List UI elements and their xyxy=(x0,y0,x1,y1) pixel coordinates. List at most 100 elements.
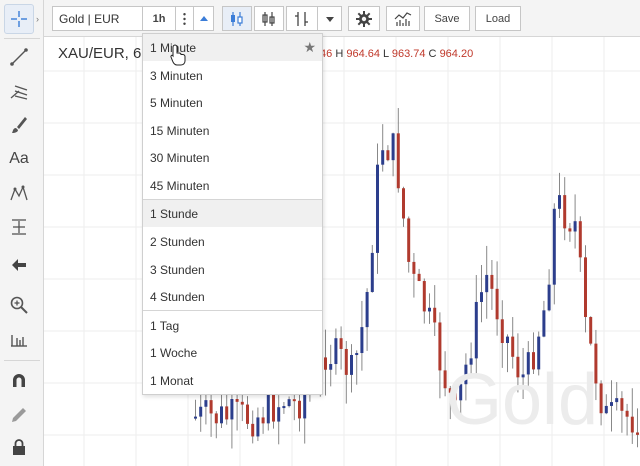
divider xyxy=(4,360,40,361)
gear-icon xyxy=(356,10,372,27)
bars-icon xyxy=(262,11,275,26)
candle-body xyxy=(272,392,275,422)
candle-body xyxy=(204,400,208,407)
candle-body xyxy=(511,336,515,357)
compare-button[interactable] xyxy=(286,6,318,31)
load-button[interactable]: Load xyxy=(475,6,521,31)
remove-drawings-button[interactable] xyxy=(4,250,34,280)
brush-icon xyxy=(12,117,27,133)
pattern-tool-button[interactable] xyxy=(4,178,34,208)
trend-line-tool-button[interactable] xyxy=(4,42,34,72)
divider xyxy=(4,38,40,39)
candle-body xyxy=(329,364,333,370)
favorite-star-icon[interactable]: ★ xyxy=(303,39,316,56)
brush-tool-button[interactable] xyxy=(4,110,34,140)
interval-option-label: 4 Stunden xyxy=(150,290,205,304)
settings-button[interactable] xyxy=(348,6,380,31)
interval-more-button[interactable] xyxy=(176,6,194,31)
high-label: H xyxy=(335,48,344,60)
candle-body xyxy=(230,399,234,420)
pencil-icon xyxy=(12,408,26,422)
candle-body xyxy=(412,261,416,274)
interval-button[interactable]: 1h xyxy=(142,6,176,31)
candle-body xyxy=(542,310,546,337)
candles-icon xyxy=(231,11,243,26)
interval-option-3-minutes[interactable]: 3 Minuten xyxy=(143,62,322,89)
zoom-tool-button[interactable] xyxy=(4,290,34,320)
candle-body xyxy=(292,399,296,402)
candle-body xyxy=(402,188,405,219)
ohlc-legend: 46 H 964.64 L 963.74 C 964.20 xyxy=(320,48,473,60)
candle-body xyxy=(433,307,437,323)
interval-option-4-hours[interactable]: 4 Stunden xyxy=(143,283,322,310)
pitchfork-icon xyxy=(10,85,28,100)
candles-style-button[interactable] xyxy=(222,6,252,31)
candle-body xyxy=(220,406,223,424)
more-vertical-icon xyxy=(183,12,186,25)
interval-menu: 1 Minute ★ 3 Minuten 5 Minuten 15 Minute… xyxy=(142,33,323,395)
candle-body xyxy=(490,274,494,289)
measure-icon xyxy=(12,219,26,235)
interval-option-5-minutes[interactable]: 5 Minuten xyxy=(143,89,322,116)
arrow-left-icon xyxy=(12,259,26,271)
candle-body xyxy=(589,317,593,344)
candle-body xyxy=(615,398,619,403)
interval-option-30-minutes[interactable]: 30 Minuten xyxy=(143,144,322,171)
ruler-icon xyxy=(11,335,27,347)
zoom-icon xyxy=(10,296,28,314)
drawing-mode-button[interactable] xyxy=(4,400,34,430)
measure-tool-button[interactable] xyxy=(4,212,34,242)
candle-body xyxy=(599,383,603,414)
candle-body xyxy=(355,353,359,356)
candle-body xyxy=(235,399,239,402)
candle-body xyxy=(376,164,379,253)
candle-body xyxy=(344,348,348,375)
chart-pane[interactable]: Gold XAU/EUR, 6 46 H 964.64 L 963.74 C 9… xyxy=(44,37,640,466)
candle-body xyxy=(251,423,255,437)
chart-type-dropdown[interactable] xyxy=(318,6,342,31)
magnet-icon xyxy=(13,374,25,387)
candle-body xyxy=(500,319,504,343)
interval-option-45-minutes[interactable]: 45 Minuten xyxy=(143,172,322,199)
close-value: 964.20 xyxy=(439,48,474,60)
interval-option-label: 30 Minuten xyxy=(150,151,210,165)
interval-option-label: 5 Minuten xyxy=(150,96,203,110)
interval-option-1-day[interactable]: 1 Tag xyxy=(143,312,322,339)
ruler-tool-button[interactable] xyxy=(4,324,34,354)
chevron-down-icon xyxy=(325,16,334,22)
candle-body xyxy=(339,338,343,349)
interval-option-2-hours[interactable]: 2 Stunden xyxy=(143,228,322,255)
candle-body xyxy=(630,416,634,433)
magnet-tool-button[interactable] xyxy=(4,366,34,396)
candle-body xyxy=(407,218,411,262)
candle-body xyxy=(563,195,567,229)
top-toolbar: Gold | EUR 1h Save Load xyxy=(44,0,640,37)
candle-body xyxy=(391,133,395,161)
pitchfork-tool-button[interactable] xyxy=(4,76,34,106)
candle-body xyxy=(636,432,639,435)
text-tool-button[interactable]: Aa xyxy=(4,144,34,174)
interval-option-label: 1 Stunde xyxy=(150,207,199,221)
lock-drawings-button[interactable] xyxy=(4,432,34,462)
candle-body xyxy=(610,402,613,406)
low-label: L xyxy=(383,48,389,60)
interval-toggle-button[interactable] xyxy=(194,6,214,31)
interval-option-1-month[interactable]: 1 Monat xyxy=(143,367,322,394)
chevron-right-icon[interactable]: › xyxy=(36,14,39,24)
crosshair-icon xyxy=(11,11,27,27)
candle-body xyxy=(266,392,270,424)
interval-option-15-minutes[interactable]: 15 Minuten xyxy=(143,117,322,144)
save-button[interactable]: Save xyxy=(424,6,470,31)
hand-cursor-icon xyxy=(170,44,186,66)
interval-option-1-hour[interactable]: 1 Stunde xyxy=(143,200,322,227)
bars-style-button[interactable] xyxy=(254,6,284,31)
candle-body xyxy=(246,404,249,424)
candle-body xyxy=(240,401,244,405)
crosshair-tool-button[interactable] xyxy=(4,4,34,34)
interval-option-label: 1 Tag xyxy=(150,319,180,333)
candle-body xyxy=(365,291,369,328)
interval-option-3-hours[interactable]: 3 Stunden xyxy=(143,256,322,283)
indicators-button[interactable] xyxy=(386,6,420,31)
interval-option-1-week[interactable]: 1 Woche xyxy=(143,339,322,366)
interval-label: 1h xyxy=(152,12,166,25)
